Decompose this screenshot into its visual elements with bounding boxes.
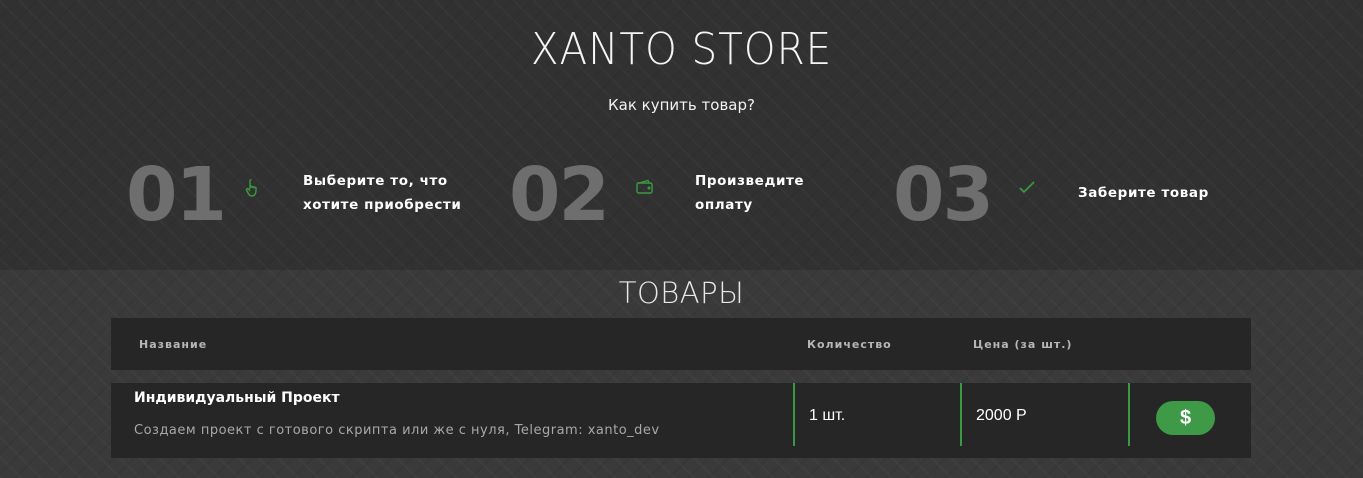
store-title: XANTO STORE xyxy=(530,24,833,75)
step-number: 03 xyxy=(893,152,994,238)
column-divider xyxy=(793,383,795,446)
step-text-line: хотите приобрести xyxy=(303,197,462,213)
column-header-quantity: Количество xyxy=(807,338,892,351)
product-price: 2000 Р xyxy=(976,407,1027,424)
column-divider xyxy=(1128,383,1130,446)
step-1: 01 Выберите то, что хотите приобрести xyxy=(126,150,506,240)
table-row: Индивидуальный Проект Создаем проект с г… xyxy=(111,383,1251,458)
column-header-price: Цена (за шт.) xyxy=(973,338,1073,351)
step-text-line: Произведите xyxy=(695,173,805,189)
column-header-name: Название xyxy=(139,338,208,351)
product-description: Создаем проект с готового скрипта или же… xyxy=(134,423,660,438)
products-table-header: Название Количество Цена (за шт.) xyxy=(111,318,1251,370)
step-text-line: Выберите то, что xyxy=(303,173,448,189)
step-2: 02 Произведите оплату xyxy=(509,150,839,240)
how-to-buy-subtitle: Как купить товар? xyxy=(608,96,755,114)
step-number: 02 xyxy=(509,152,610,238)
buy-button[interactable]: $ xyxy=(1156,401,1215,435)
checkmark-icon xyxy=(1017,178,1037,198)
step-text: Выберите то, что хотите приобрести xyxy=(303,169,461,217)
step-text: Заберите товар xyxy=(1078,181,1209,205)
step-text: Произведите оплату xyxy=(695,169,804,217)
step-text-line: Заберите товар xyxy=(1078,185,1209,201)
products-title: ТОВАРЫ xyxy=(618,276,745,310)
step-number: 01 xyxy=(126,152,227,238)
product-name: Индивидуальный Проект xyxy=(134,390,340,406)
step-text-line: оплату xyxy=(695,197,753,213)
step-3: 03 Заберите товар xyxy=(893,150,1223,240)
product-quantity: 1 шт. xyxy=(809,407,846,424)
wallet-icon xyxy=(635,178,655,198)
column-divider xyxy=(960,383,962,446)
hand-pointer-icon xyxy=(243,178,263,198)
